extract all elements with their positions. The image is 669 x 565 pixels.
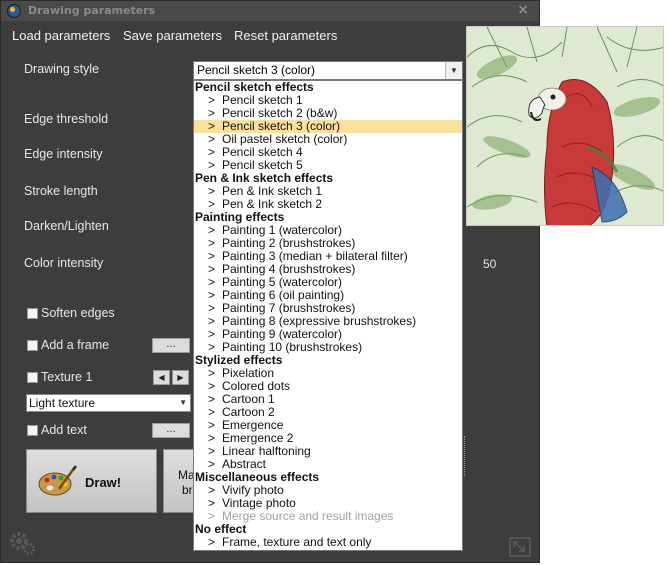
drawing-style-label: Drawing style — [24, 62, 100, 76]
dropdown-option-label: Painting 4 (brushstrokes) — [222, 262, 356, 276]
gear-icon[interactable] — [7, 529, 37, 559]
palette-icon — [38, 465, 77, 496]
texture-checkbox[interactable] — [27, 372, 38, 383]
frame-browse-button[interactable]: ... — [152, 338, 190, 353]
texture-next-button[interactable]: ▶ — [172, 370, 189, 385]
dropdown-option-label: Painting 3 (median + bilateral filter) — [222, 249, 408, 263]
darken-lighten-label: Darken/Lighten — [24, 219, 109, 233]
drawing-style-selected-value: Pencil sketch 3 (color) — [197, 63, 316, 77]
dropdown-option-label: Pen & Ink sketch 1 — [222, 184, 323, 198]
preview-image — [466, 26, 664, 226]
dropdown-option-label: Emergence 2 — [222, 431, 294, 445]
second-action-button[interactable]: Ma br — [163, 449, 195, 513]
soften-edges-checkbox[interactable] — [27, 308, 38, 319]
stroke-length-label: Stroke length — [24, 184, 98, 198]
dropdown-option-label: Pencil sketch 1 — [222, 93, 303, 107]
menu-bar: Load parameters Save parameters Reset pa… — [1, 25, 541, 47]
dropdown-option-label: Oil pastel sketch (color) — [222, 132, 348, 146]
menu-reset-parameters[interactable]: Reset parameters — [234, 28, 337, 43]
drawing-style-select[interactable]: Pencil sketch 3 (color) ▼ — [193, 61, 463, 80]
menu-save-parameters[interactable]: Save parameters — [123, 28, 222, 43]
texture-label: Texture 1 — [41, 370, 93, 384]
dropdown-option-label: Painting 6 (oil painting) — [222, 288, 345, 302]
add-frame-label: Add a frame — [41, 338, 110, 352]
dropdown-option-label: Pencil sketch 5 — [222, 158, 303, 172]
add-text-checkbox[interactable] — [27, 425, 38, 436]
second-action-label-line2: br — [182, 483, 193, 497]
dropdown-option-label: Cartoon 1 — [222, 392, 275, 406]
add-frame-checkbox[interactable] — [27, 340, 38, 351]
dropdown-option-label: Cartoon 2 — [222, 405, 275, 419]
dropdown-option-label: Pencil sketch 4 — [222, 145, 303, 159]
edge-intensity-label: Edge intensity — [24, 147, 103, 161]
title-bar[interactable]: Drawing parameters × — [1, 1, 539, 21]
dropdown-option-label: Vivify photo — [222, 483, 284, 497]
dropdown-option-label: Colored dots — [222, 379, 291, 393]
texture-select-value: Light texture — [29, 396, 96, 410]
window-title: Drawing parameters — [28, 4, 156, 17]
color-intensity-label: Color intensity — [24, 256, 104, 270]
dropdown-option-label: Painting 9 (watercolor) — [222, 327, 343, 341]
dropdown-option-label: Frame, texture and text only — [222, 535, 372, 549]
dropdown-option-label: Painting 7 (brushstrokes) — [222, 301, 356, 315]
dropdown-option-label: Linear halftoning — [222, 444, 311, 458]
dropdown-option-label: Vintage photo — [222, 496, 296, 510]
chevron-down-icon[interactable]: ▼ — [445, 62, 462, 79]
chevron-right-icon: > — [208, 535, 216, 549]
app-icon — [7, 4, 21, 18]
close-icon[interactable]: × — [517, 2, 529, 18]
divider — [464, 436, 466, 476]
dropdown-option-label: Pen & Ink sketch 2 — [222, 197, 323, 211]
draw-button[interactable]: Draw! — [26, 449, 157, 513]
dropdown-option-label: Abstract — [222, 457, 267, 471]
add-text-label: Add text — [41, 423, 87, 437]
dropdown-option-label: Painting 10 (brushstrokes) — [222, 340, 363, 354]
resize-icon[interactable] — [509, 537, 531, 557]
menu-load-parameters[interactable]: Load parameters — [12, 28, 110, 43]
dropdown-option-label: Pixelation — [222, 366, 275, 380]
draw-button-label: Draw! — [85, 475, 122, 490]
chevron-down-icon: ▼ — [179, 398, 187, 407]
dropdown-option-label: Painting 8 (expressive brushstrokes) — [222, 314, 417, 328]
dropdown-option-label: Merge source and result images — [222, 509, 394, 523]
dropdown-option-label: Pencil sketch 2 (b&w) — [222, 106, 338, 120]
dropdown-option-label: Painting 2 (brushstrokes) — [222, 236, 356, 250]
dropdown-option-label: Emergence — [222, 418, 284, 432]
color-intensity-value: 50 — [483, 257, 497, 271]
texture-select[interactable]: Light texture ▼ — [26, 394, 191, 412]
drawing-style-dropdown: Pencil sketch effects > Pencil sketch 1 > Pe… — [193, 80, 463, 551]
soften-edges-label: Soften edges — [41, 306, 115, 320]
text-settings-button[interactable]: ... — [152, 423, 190, 438]
dropdown-option-label: Painting 5 (watercolor) — [222, 275, 343, 289]
edge-threshold-label: Edge threshold — [24, 112, 109, 126]
texture-prev-button[interactable]: ◀ — [153, 370, 170, 385]
parrot-sketch-image — [467, 27, 663, 225]
dropdown-option-label: Pencil sketch 3 (color) — [222, 119, 341, 133]
drawing-parameters-window: Drawing parameters × Load parameters Sav… — [0, 0, 540, 563]
dropdown-option[interactable]: > Frame, texture and text only — [194, 536, 462, 549]
dropdown-option-label: Painting 1 (watercolor) — [222, 223, 343, 237]
